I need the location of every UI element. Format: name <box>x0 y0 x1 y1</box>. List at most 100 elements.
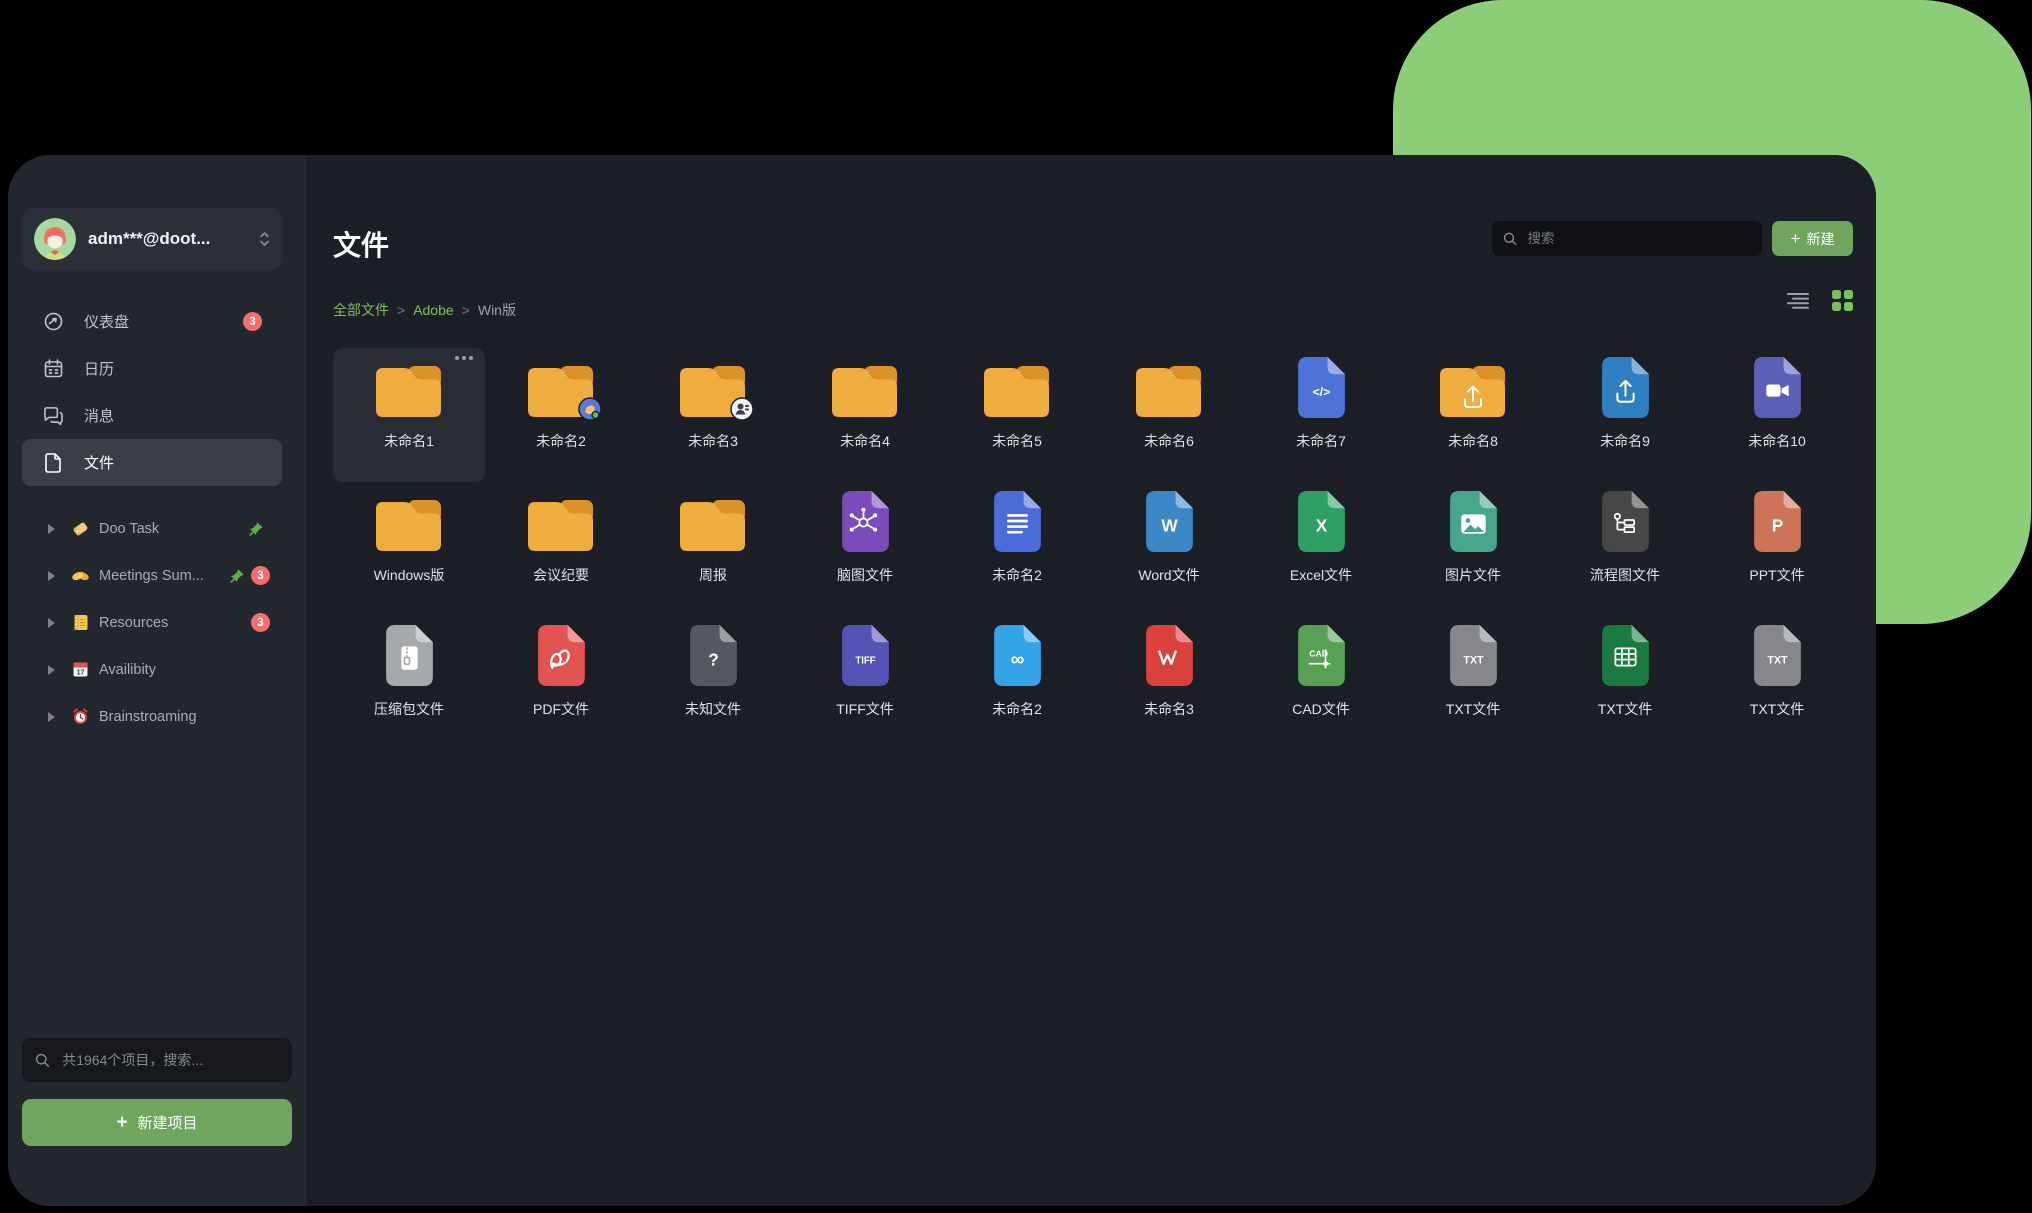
alarm-icon <box>71 707 90 726</box>
file-item[interactable]: ∞ 未命名2 <box>941 616 1093 750</box>
breadcrumb-item[interactable]: Adobe <box>413 302 453 318</box>
svg-text:X: X <box>1315 516 1327 536</box>
expander-arrow-icon[interactable] <box>48 618 55 628</box>
member-avatar-badge <box>730 397 754 421</box>
sidebar: adm***@doot... 仪表盘 3 日历 消息 文件 Doo Task M… <box>8 155 308 1206</box>
file-item[interactable]: 未命名9 <box>1549 348 1701 482</box>
file-item[interactable]: 图片文件 <box>1397 482 1549 616</box>
file-icon-wrap <box>528 356 594 418</box>
file-name: 未命名9 <box>1600 431 1650 451</box>
file-item[interactable]: 周报 <box>637 482 789 616</box>
file-icon-wrap <box>528 490 594 552</box>
expander-arrow-icon[interactable] <box>48 571 55 581</box>
breadcrumb-item: Win版 <box>478 300 516 320</box>
project-item-brainstroaming[interactable]: Brainstroaming <box>22 693 282 740</box>
file-item[interactable]: 未命名1 <box>333 348 485 482</box>
sidebar-item-messages[interactable]: 消息 <box>22 392 282 439</box>
calendar17-icon: 17 <box>71 660 90 679</box>
file-item[interactable]: 未命名3 <box>637 348 789 482</box>
file-item[interactable]: TXT TXT文件 <box>1397 616 1549 750</box>
sidebar-item-calendar[interactable]: 日历 <box>22 345 282 392</box>
file-item[interactable]: Windows版 <box>333 482 485 616</box>
breadcrumb-separator: > <box>397 302 405 318</box>
file-name: TXT文件 <box>1446 699 1500 719</box>
file-item[interactable]: </> 未命名7 <box>1245 348 1397 482</box>
project-item-availibity[interactable]: 17 Availibity <box>22 646 282 693</box>
file-item[interactable]: 脑图文件 <box>789 482 941 616</box>
file-item[interactable]: 会议纪要 <box>485 482 637 616</box>
sidebar-item-dashboard[interactable]: 仪表盘 3 <box>22 298 282 345</box>
svg-text:</>: </> <box>1312 385 1330 399</box>
file-name: PDF文件 <box>533 699 589 719</box>
file-item[interactable]: X Excel文件 <box>1245 482 1397 616</box>
file-item[interactable]: TIFF TIFF文件 <box>789 616 941 750</box>
file-type-icon <box>538 625 585 686</box>
grid-view-button[interactable] <box>1832 290 1853 311</box>
file-name: 图片文件 <box>1445 565 1501 585</box>
sidebar-bottom: + 新建项目 <box>22 1038 292 1146</box>
file-search-input[interactable] <box>1526 230 1751 247</box>
folder-icon <box>680 498 746 552</box>
expander-arrow-icon[interactable] <box>48 665 55 675</box>
file-item[interactable]: 压缩包文件 <box>333 616 485 750</box>
file-item[interactable]: ? 未知文件 <box>637 616 789 750</box>
file-name: 未命名10 <box>1748 431 1806 451</box>
file-item[interactable]: 未命名10 <box>1701 348 1853 482</box>
file-item[interactable]: 流程图文件 <box>1549 482 1701 616</box>
project-search <box>22 1038 292 1082</box>
file-item[interactable]: 未命名2 <box>941 482 1093 616</box>
project-item-meetings-sum[interactable]: Meetings Sum... 3 <box>22 552 282 599</box>
sidebar-item-label: 日历 <box>84 358 262 379</box>
file-item[interactable]: 未命名5 <box>941 348 1093 482</box>
page-title: 文件 <box>333 224 389 264</box>
file-type-icon: TXT <box>1450 625 1497 686</box>
file-icon-wrap: CAD <box>1298 624 1345 686</box>
user-account-switcher[interactable]: adm***@doot... <box>22 208 282 270</box>
file-item[interactable]: W Word文件 <box>1093 482 1245 616</box>
file-icon-wrap <box>1602 624 1649 686</box>
expander-arrow-icon[interactable] <box>48 524 55 534</box>
new-file-button[interactable]: + 新建 <box>1772 221 1853 256</box>
new-project-button[interactable]: + 新建项目 <box>22 1099 292 1146</box>
file-item[interactable]: 未命名8 <box>1397 348 1549 482</box>
file-name: PPT文件 <box>1749 565 1804 585</box>
file-item[interactable]: P PPT文件 <box>1701 482 1853 616</box>
file-icon-wrap <box>376 356 442 418</box>
file-name: CAD文件 <box>1292 699 1350 719</box>
chevron-updown-icon[interactable] <box>259 230 270 248</box>
tag-icon <box>71 519 90 538</box>
file-icon-wrap: ∞ <box>994 624 1041 686</box>
project-item-doo-task[interactable]: Doo Task <box>22 505 282 552</box>
project-label: Meetings Sum... <box>99 568 229 584</box>
svg-text:TXT: TXT <box>1463 655 1484 667</box>
project-item-resources[interactable]: Resources 3 <box>22 599 282 646</box>
sidebar-item-files[interactable]: 文件 <box>22 439 282 486</box>
list-view-button[interactable] <box>1787 292 1809 310</box>
file-item[interactable]: TXT文件 <box>1549 616 1701 750</box>
file-type-icon: P <box>1754 491 1801 552</box>
svg-text:TIFF: TIFF <box>855 656 875 667</box>
breadcrumb-item[interactable]: 全部文件 <box>333 300 389 320</box>
desktop-background: adm***@doot... 仪表盘 3 日历 消息 文件 Doo Task M… <box>0 0 2032 1213</box>
file-item[interactable]: TXT TXT文件 <box>1701 616 1853 750</box>
file-item[interactable]: 未命名6 <box>1093 348 1245 482</box>
handshake-icon <box>71 566 90 585</box>
file-icon-wrap <box>842 490 889 552</box>
folder-icon <box>832 364 898 418</box>
file-icon-wrap: TIFF <box>842 624 889 686</box>
file-type-icon: X <box>1298 491 1345 552</box>
file-item[interactable]: PDF文件 <box>485 616 637 750</box>
expander-arrow-icon[interactable] <box>48 712 55 722</box>
file-item[interactable]: 未命名3 <box>1093 616 1245 750</box>
app-window: adm***@doot... 仪表盘 3 日历 消息 文件 Doo Task M… <box>8 155 1876 1206</box>
file-item[interactable]: 未命名4 <box>789 348 941 482</box>
project-search-input[interactable] <box>60 1051 279 1069</box>
more-actions-icon[interactable] <box>455 356 473 360</box>
file-name: 未命名8 <box>1448 431 1498 451</box>
file-item[interactable]: 未命名2 <box>485 348 637 482</box>
file-type-icon: ? <box>690 625 737 686</box>
file-item[interactable]: CAD CAD文件 <box>1245 616 1397 750</box>
file-name: 未命名2 <box>992 699 1042 719</box>
file-name: Windows版 <box>374 565 445 585</box>
new-project-label: 新建项目 <box>138 1112 198 1133</box>
